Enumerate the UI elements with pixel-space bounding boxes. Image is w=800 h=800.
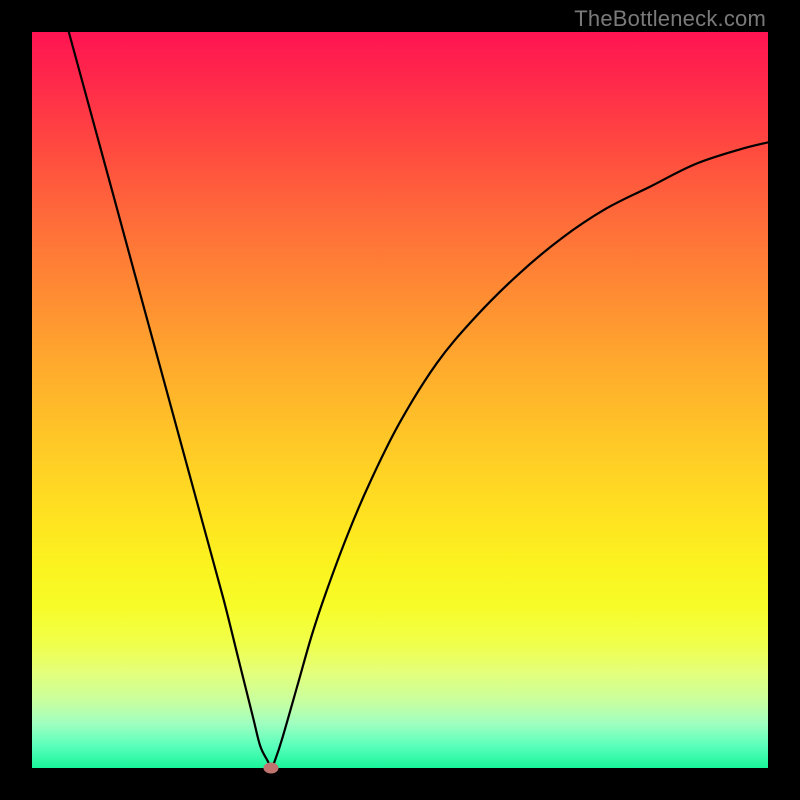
plot-area bbox=[32, 32, 768, 768]
bottleneck-curve bbox=[69, 32, 768, 768]
watermark-text: TheBottleneck.com bbox=[574, 6, 766, 32]
chart-frame: TheBottleneck.com bbox=[0, 0, 800, 800]
curve-svg bbox=[32, 32, 768, 768]
optimum-marker bbox=[264, 763, 279, 774]
